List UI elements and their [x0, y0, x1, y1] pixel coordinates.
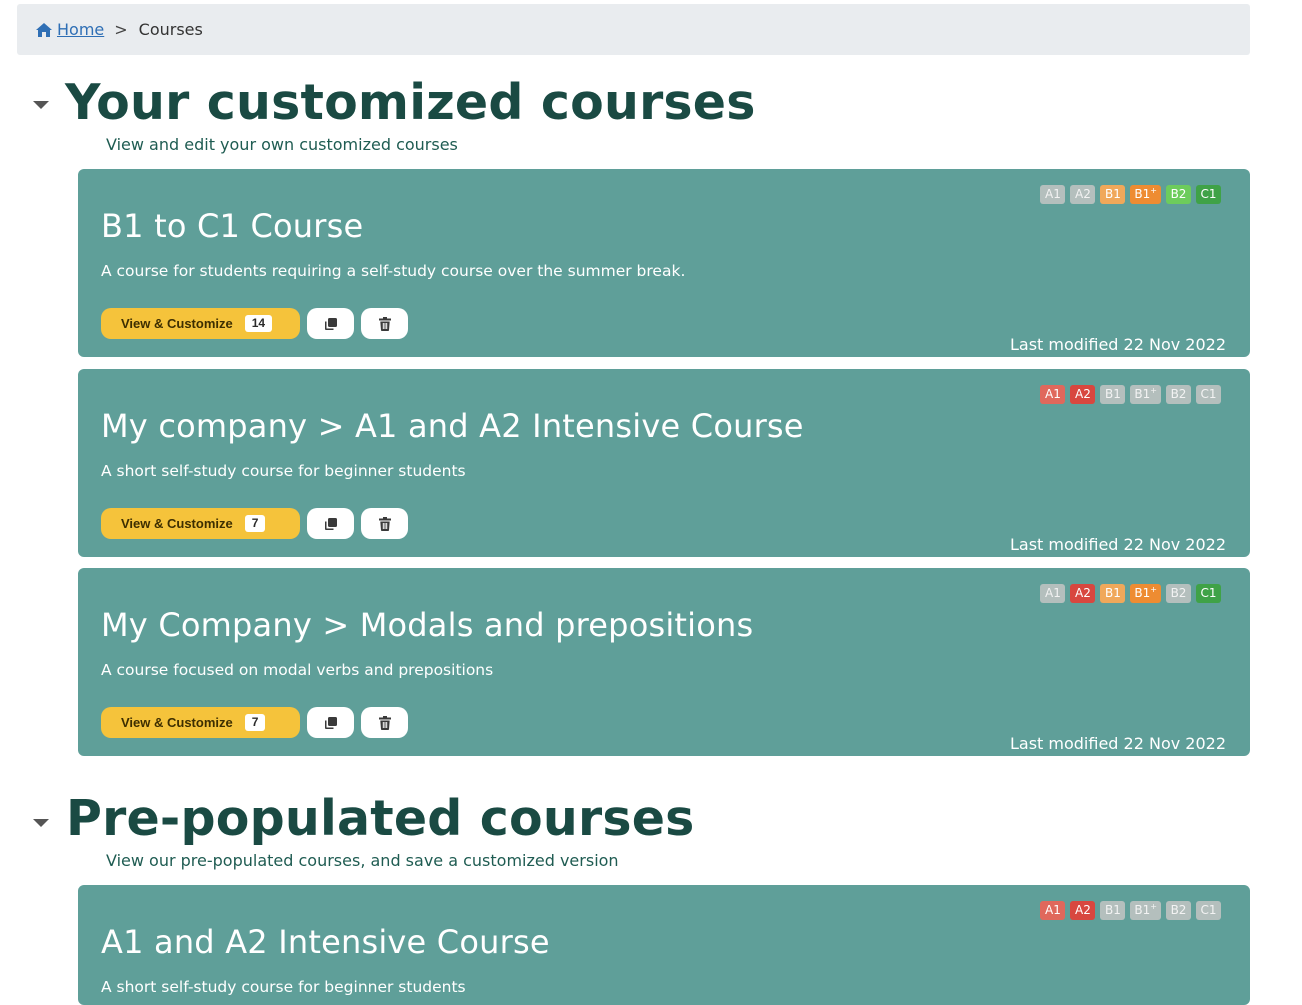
copy-button[interactable]	[307, 508, 354, 539]
course-card: A1 A2 B1 B1+ B2 C1 A1 and A2 Intensive C…	[78, 885, 1250, 1005]
delete-button[interactable]	[361, 508, 408, 539]
unit-count-badge: 7	[244, 515, 266, 532]
section-subtitle-prepopulated: View our pre-populated courses, and save…	[106, 851, 619, 870]
view-customize-label: View & Customize	[121, 715, 233, 730]
copy-button[interactable]	[307, 308, 354, 339]
course-card: A1 A2 B1 B1+ B2 C1 My Company > Modals a…	[78, 568, 1250, 756]
view-customize-label: View & Customize	[121, 516, 233, 531]
trash-icon	[378, 316, 391, 331]
course-actions: View & Customize 14	[101, 308, 408, 339]
section-title-customized: Your customized courses	[65, 74, 756, 131]
view-customize-button[interactable]: View & Customize 14	[101, 308, 300, 339]
level-badge-b2: B2	[1166, 385, 1191, 404]
unit-count-badge: 7	[244, 714, 266, 731]
course-description: A course focused on modal verbs and prep…	[101, 661, 494, 679]
breadcrumb-separator: >	[114, 20, 128, 39]
view-customize-button[interactable]: View & Customize 7	[101, 508, 300, 539]
level-badges: A1 A2 B1 B1+ B2 C1	[1040, 901, 1221, 920]
level-badge-b1: B1	[1100, 185, 1126, 204]
level-badge-b1-plus: B1+	[1130, 901, 1161, 920]
level-badge-b1-plus: B1+	[1130, 185, 1161, 204]
course-title: My company > A1 and A2 Intensive Course	[101, 407, 804, 445]
delete-button[interactable]	[361, 308, 408, 339]
level-badge-a2: A2	[1070, 584, 1096, 603]
breadcrumb: Home > Courses	[17, 4, 1250, 55]
level-badge-a1: A1	[1040, 185, 1066, 204]
delete-button[interactable]	[361, 707, 408, 738]
course-description: A short self-study course for beginner s…	[101, 462, 466, 480]
level-badge-a2: A2	[1070, 901, 1096, 920]
level-badges: A1 A2 B1 B1+ B2 C1	[1040, 584, 1221, 603]
section-toggle-caret-down-icon[interactable]	[33, 819, 49, 827]
level-badge-b1: B1	[1100, 584, 1126, 603]
trash-icon	[378, 715, 391, 730]
level-badge-b2: B2	[1166, 185, 1191, 204]
course-title: B1 to C1 Course	[101, 207, 364, 245]
last-modified: Last modified 22 Nov 2022	[1009, 535, 1226, 554]
course-description: A course for students requiring a self-s…	[101, 262, 686, 280]
trash-icon	[378, 516, 391, 531]
home-icon[interactable]	[35, 22, 53, 38]
course-card: A1 A2 B1 B1+ B2 C1 My company > A1 and A…	[78, 369, 1250, 557]
section-subtitle-customized: View and edit your own customized course…	[106, 135, 458, 154]
level-badge-b2: B2	[1166, 901, 1191, 920]
copy-icon	[324, 317, 337, 330]
copy-icon	[324, 517, 337, 530]
level-badge-b1-plus: B1+	[1130, 385, 1161, 404]
course-actions: View & Customize 7	[101, 508, 408, 539]
level-badge-c1: C1	[1196, 385, 1221, 404]
view-customize-label: View & Customize	[121, 316, 233, 331]
level-badge-a1: A1	[1040, 584, 1066, 603]
level-badge-b2: B2	[1166, 584, 1191, 603]
copy-button[interactable]	[307, 707, 354, 738]
course-actions: View & Customize 7	[101, 707, 408, 738]
level-badge-a2: A2	[1070, 185, 1096, 204]
level-badge-a2: A2	[1070, 385, 1096, 404]
level-badge-b1-plus: B1+	[1130, 584, 1161, 603]
last-modified: Last modified 22 Nov 2022	[1009, 734, 1226, 753]
level-badge-b1: B1	[1100, 385, 1126, 404]
unit-count-badge: 14	[244, 315, 273, 332]
level-badges: A1 A2 B1 B1+ B2 C1	[1040, 185, 1221, 204]
level-badge-a1: A1	[1040, 385, 1066, 404]
course-title: My Company > Modals and prepositions	[101, 606, 754, 644]
section-toggle-caret-down-icon[interactable]	[33, 101, 49, 109]
course-card: A1 A2 B1 B1+ B2 C1 B1 to C1 Course A cou…	[78, 169, 1250, 357]
level-badges: A1 A2 B1 B1+ B2 C1	[1040, 385, 1221, 404]
section-title-prepopulated: Pre-populated courses	[66, 790, 695, 847]
last-modified: Last modified 22 Nov 2022	[1009, 335, 1226, 354]
breadcrumb-home-link[interactable]: Home	[57, 20, 104, 39]
level-badge-c1: C1	[1196, 584, 1221, 603]
view-customize-button[interactable]: View & Customize 7	[101, 707, 300, 738]
level-badge-c1: C1	[1196, 901, 1221, 920]
course-description: A short self-study course for beginner s…	[101, 978, 466, 996]
breadcrumb-current: Courses	[138, 20, 203, 39]
level-badge-c1: C1	[1196, 185, 1221, 204]
level-badge-b1: B1	[1100, 901, 1126, 920]
course-title: A1 and A2 Intensive Course	[101, 923, 550, 961]
copy-icon	[324, 716, 337, 729]
level-badge-a1: A1	[1040, 901, 1066, 920]
